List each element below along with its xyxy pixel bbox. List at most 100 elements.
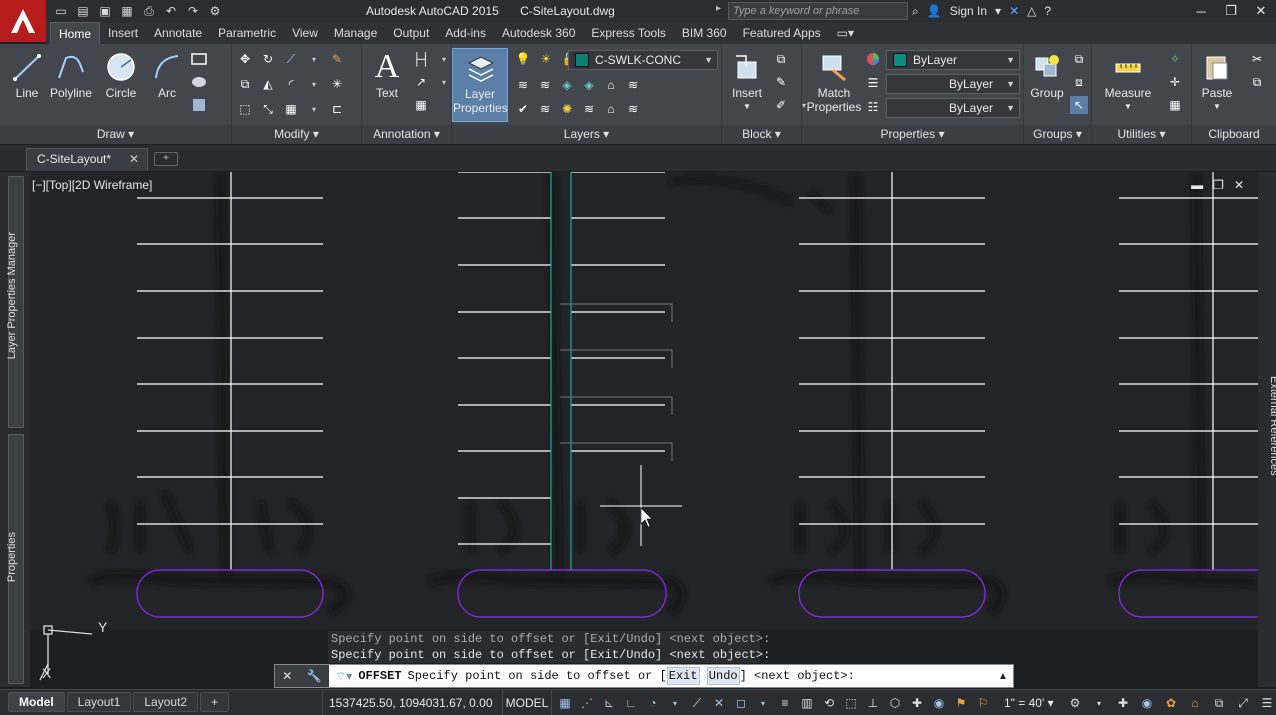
redo-icon[interactable]: ↷ — [184, 2, 202, 20]
group-selection-icon[interactable]: ↖ — [1070, 96, 1088, 114]
ribbon-minimize-icon[interactable]: ▭▾ — [829, 22, 862, 44]
group-edit-icon[interactable]: ⧈ — [1070, 73, 1088, 91]
offset-icon[interactable]: ⊏ — [328, 100, 346, 118]
tab-output[interactable]: Output — [385, 22, 437, 44]
viewport-minimize-icon[interactable]: ▬ — [1191, 178, 1203, 192]
workspace-icon[interactable]: ⚙ — [206, 2, 224, 20]
panel-layers-title[interactable]: Layers ▾ — [452, 125, 721, 144]
dimension-icon[interactable]: ├┤ — [412, 50, 430, 68]
viewport-restore-icon[interactable]: ❐ — [1213, 178, 1224, 192]
clean-screen-icon[interactable]: ⧉ — [1210, 694, 1228, 712]
panel-clipboard-title[interactable]: Clipboard — [1192, 125, 1276, 144]
leader-icon[interactable]: ↗ — [412, 73, 430, 91]
selection-filter-icon[interactable]: ⬡ — [886, 694, 904, 712]
application-menu-button[interactable] — [0, 0, 46, 42]
external-references-label[interactable]: External References — [1260, 376, 1276, 476]
group-button[interactable]: Group — [1024, 48, 1070, 122]
save-icon[interactable]: ▣ — [96, 2, 114, 20]
layer-thaw-icon[interactable]: ≋ — [580, 100, 598, 118]
tab-layout2[interactable]: Layout2 — [133, 692, 199, 712]
undo-icon[interactable]: ↶ — [162, 2, 180, 20]
isodraft-icon[interactable]: ⟋ — [688, 694, 706, 712]
close-icon[interactable]: ✕ — [282, 669, 292, 683]
add-layout-button[interactable]: + — [200, 692, 230, 712]
tab-featured-apps[interactable]: Featured Apps — [735, 22, 829, 44]
tab-home[interactable]: Home — [50, 22, 101, 44]
snap-icon[interactable]: ⋰ — [578, 694, 596, 712]
tab-manage[interactable]: Manage — [326, 22, 385, 44]
color-dropdown[interactable]: ByLayer ▼ — [886, 50, 1020, 70]
object-snap-icon[interactable]: ◻ — [732, 694, 750, 712]
layer-on-icon[interactable]: 💡 — [514, 50, 532, 68]
create-block-icon[interactable]: ⧉ — [772, 50, 790, 68]
layer-off-icon[interactable]: ⌂ — [602, 76, 620, 94]
selection-cycling-icon[interactable]: ⟲ — [820, 694, 838, 712]
panel-properties-title[interactable]: Properties ▾ — [802, 125, 1023, 144]
new-tab-button[interactable]: + — [154, 152, 178, 166]
dropdown-icon[interactable]: ▾ — [754, 694, 772, 712]
explode-icon[interactable]: ✳ — [328, 75, 346, 93]
panel-modify-title[interactable]: Modify ▾ — [232, 125, 361, 144]
hatch-icon[interactable] — [190, 73, 208, 91]
coordinate-readout[interactable]: 1537425.50, 1094031.67, 0.00 — [322, 690, 502, 715]
dropdown-icon[interactable]: ▾ — [666, 694, 684, 712]
hardware-acceleration-icon[interactable]: ◉ — [1138, 694, 1156, 712]
minimize-icon[interactable]: ─ — [1186, 0, 1216, 22]
layer-unlock-icon[interactable]: ⌂ — [602, 100, 620, 118]
edit-block-icon[interactable]: ✎ — [772, 73, 790, 91]
stretch-icon[interactable]: ⬚ — [236, 100, 254, 118]
panel-block-title[interactable]: Block ▾ — [722, 125, 801, 144]
text-button[interactable]: A Text — [364, 48, 410, 122]
tab-annotate[interactable]: Annotate — [146, 22, 210, 44]
transparency-icon[interactable]: ▥ — [798, 694, 816, 712]
layer-match-icon[interactable]: ≋ — [514, 76, 532, 94]
command-input[interactable]: ⌔▾ OFFSET Specify point on side to offse… — [329, 665, 993, 687]
chevron-down-icon[interactable]: ▾ — [995, 4, 1001, 18]
ungroup-icon[interactable]: ⧉ — [1070, 50, 1088, 68]
array-icon[interactable]: ▦ — [282, 100, 300, 118]
layer-copy-icon[interactable]: ≋ — [536, 100, 554, 118]
wrench-icon[interactable]: 🔧 — [307, 669, 322, 683]
ortho-icon[interactable]: ∟ — [622, 694, 640, 712]
rectangle-icon[interactable] — [190, 50, 208, 68]
lock-ui-icon[interactable]: ⌂ — [1186, 694, 1204, 712]
move-icon[interactable]: ✥ — [236, 50, 254, 68]
dropdown-icon[interactable]: ▾ — [1090, 694, 1108, 712]
workspace-switch-icon[interactable]: ⚙ — [1066, 694, 1084, 712]
lineweight-icon[interactable]: ☷ — [864, 98, 882, 116]
attribute-icon[interactable]: ✐ — [772, 96, 790, 114]
option-exit[interactable]: Exit — [666, 667, 700, 685]
panel-utilities-title[interactable]: Utilities ▾ — [1092, 125, 1191, 144]
copy-clip-icon[interactable]: ⧉ — [1248, 73, 1266, 91]
file-tab-c-sitelayout[interactable]: C-SiteLayout* ✕ — [26, 148, 148, 171]
viewport-close-icon[interactable]: ✕ — [1234, 178, 1244, 192]
layer-isolate-icon[interactable]: ◈ — [558, 76, 576, 94]
color-wheel-icon[interactable] — [864, 50, 882, 68]
tab-parametric[interactable]: Parametric — [210, 22, 284, 44]
erase-icon[interactable]: ✎ — [328, 50, 346, 68]
panel-groups-title[interactable]: Groups ▾ — [1024, 125, 1091, 144]
dropdown-icon[interactable]: ▾ — [305, 50, 323, 68]
linetype-icon[interactable]: ☰ — [864, 74, 882, 92]
tab-add-ins[interactable]: Add-ins — [437, 22, 494, 44]
search-input[interactable]: Type a keyword or phrase — [728, 2, 908, 20]
layer-unisolate-icon[interactable]: ◈ — [580, 76, 598, 94]
save-as-icon[interactable]: ▦ — [118, 2, 136, 20]
panel-annotation-title[interactable]: Annotation ▾ — [362, 125, 451, 144]
help-icon[interactable]: ? — [1044, 4, 1051, 18]
id-point-icon[interactable]: ✛ — [1166, 73, 1184, 91]
dropdown-icon[interactable]: ▾ — [305, 100, 323, 118]
recent-commands-icon[interactable]: ⌔▾ — [335, 665, 352, 687]
tab-express-tools[interactable]: Express Tools — [583, 22, 673, 44]
viewport-controls-label[interactable]: [−][Top][2D Wireframe] — [32, 178, 152, 192]
object-snap-tracking-icon[interactable]: ✕ — [710, 694, 728, 712]
panel-draw-title[interactable]: Draw ▾ — [0, 125, 231, 144]
layer-dropdown[interactable]: C-SWLK-CONC ▼ — [568, 50, 718, 70]
tab-bim-360[interactable]: BIM 360 — [674, 22, 735, 44]
infer-constraints-icon[interactable]: ⊾ — [600, 694, 618, 712]
insert-button[interactable]: Insert ▼ — [724, 48, 770, 122]
lineweight-dropdown[interactable]: ByLayer ▼ — [886, 98, 1020, 118]
table-icon[interactable]: ▦ — [412, 96, 430, 114]
linetype-dropdown[interactable]: ByLayer ▼ — [886, 74, 1020, 94]
binoculars-icon[interactable]: ⌕ — [912, 4, 919, 19]
